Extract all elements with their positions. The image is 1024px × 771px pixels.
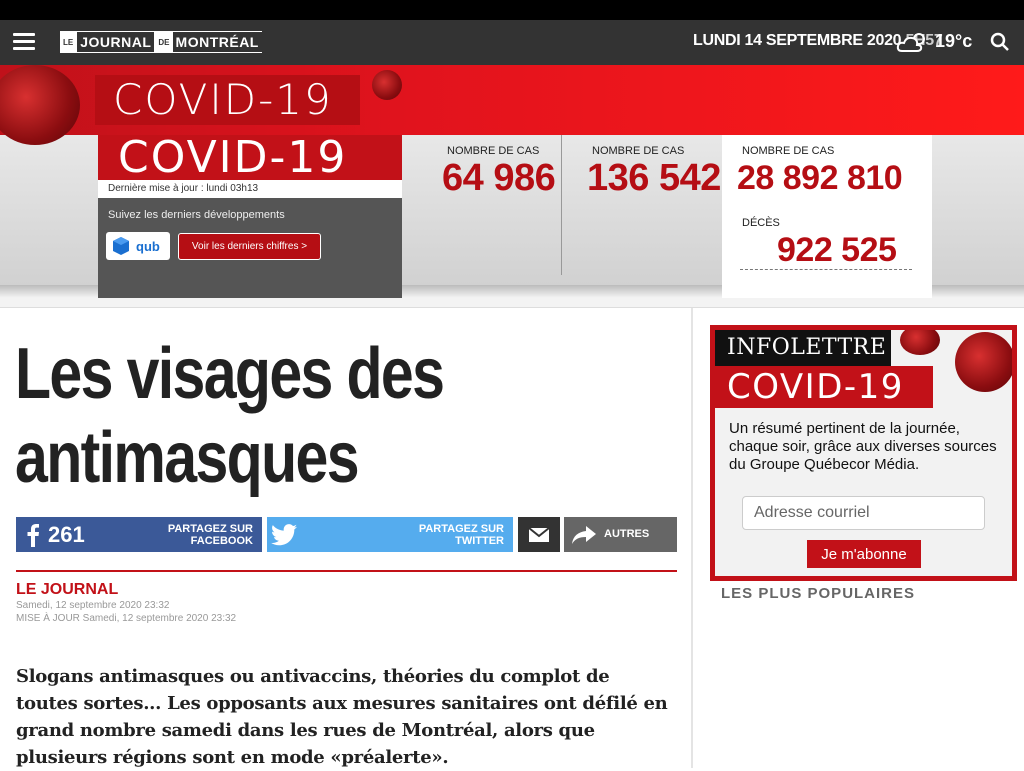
panel-covid-title: COVID-19 xyxy=(98,135,402,180)
virus-illustration xyxy=(372,70,402,100)
twitter-icon xyxy=(271,524,297,546)
stat-quebec: NOMBRE DE CAS 64 986 xyxy=(442,145,556,199)
headline-line: Les visages des xyxy=(15,334,445,414)
sidebar: INFOLETTRE COVID-19 Un résumé pertinent … xyxy=(695,308,1024,768)
updated-date: MISE À JOUR Samedi, 12 septembre 2020 23… xyxy=(16,613,237,624)
stat-deaths: DÉCÈS 922 525 xyxy=(742,217,897,271)
banner-covid-title: COVID-19 xyxy=(95,75,360,125)
article-headline: Les visages des antimasques xyxy=(15,332,589,500)
stat-label: NOMBRE DE CAS xyxy=(592,145,685,157)
qub-label: qub xyxy=(136,238,160,254)
email-icon xyxy=(528,527,550,542)
byline-rule xyxy=(16,570,677,572)
share-facebook-button[interactable]: 261 PARTAGEZ SUR FACEBOOK xyxy=(16,517,262,552)
stat-value: 136 542 xyxy=(587,157,721,199)
qub-radio-button[interactable]: qub xyxy=(106,232,170,260)
newsletter-title: INFOLETTRE xyxy=(715,330,891,366)
menu-icon[interactable] xyxy=(13,33,35,51)
other-share-label: AUTRES xyxy=(604,528,650,540)
share-label-line: PARTAGEZ SUR xyxy=(167,523,253,535)
section-divider xyxy=(0,298,1024,308)
latest-figures-button[interactable]: Voir les derniers chiffres > xyxy=(178,233,321,260)
share-label-line: FACEBOOK xyxy=(190,535,253,547)
covid-panel: COVID-19 Dernière mise à jour : lundi 03… xyxy=(98,135,402,298)
partly-cloudy-icon xyxy=(896,33,925,52)
follow-text: Suivez les derniers développements xyxy=(108,209,285,221)
virus-illustration xyxy=(955,332,1012,392)
temperature: 19°c xyxy=(935,31,973,51)
article-source[interactable]: LE JOURNAL xyxy=(16,581,118,599)
share-label-line: TWITTER xyxy=(455,535,504,547)
logo-journal: JOURNAL xyxy=(77,32,155,52)
logo-montreal: MONTRÉAL xyxy=(172,32,262,52)
email-field[interactable] xyxy=(742,496,985,530)
stat-value: 64 986 xyxy=(442,157,556,199)
popular-heading: LES PLUS POPULAIRES xyxy=(721,585,916,602)
share-other-button[interactable]: AUTRES xyxy=(564,517,677,552)
stat-world: NOMBRE DE CAS 28 892 810 xyxy=(737,145,903,199)
newsletter-subtitle: COVID-19 xyxy=(715,366,933,408)
share-arrow-icon xyxy=(572,526,596,544)
stat-label: NOMBRE DE CAS xyxy=(742,145,835,157)
subscribe-button[interactable]: Je m'abonne xyxy=(807,540,921,568)
facebook-share-label: PARTAGEZ SUR FACEBOOK xyxy=(168,523,253,547)
covid-banner: COVID-19 COVID-19 Dernière mise à jour :… xyxy=(0,65,1024,298)
twitter-share-label: PARTAGEZ SUR TWITTER xyxy=(419,523,504,547)
qub-cube-icon xyxy=(113,237,129,255)
stats-divider xyxy=(561,135,562,275)
share-label-line: PARTAGEZ SUR xyxy=(418,523,504,535)
stat-value: 28 892 810 xyxy=(737,159,903,197)
newsletter-signup: INFOLETTRE COVID-19 Un résumé pertinent … xyxy=(710,325,1017,581)
facebook-icon xyxy=(27,524,39,547)
stat-value: 922 525 xyxy=(777,231,897,269)
top-navbar: LE JOURNAL DE MONTRÉAL LUNDI 14 SEPTEMBR… xyxy=(0,20,1024,65)
share-twitter-button[interactable]: PARTAGEZ SUR TWITTER xyxy=(267,517,513,552)
date-text: LUNDI 14 SEPTEMBRE 2020 xyxy=(693,32,902,49)
published-date: Samedi, 12 septembre 2020 23:32 xyxy=(16,600,170,611)
article-lede: Slogans antimasques ou antivaccins, théo… xyxy=(16,666,668,768)
share-email-button[interactable] xyxy=(518,517,560,552)
stat-label: DÉCÈS xyxy=(742,217,780,229)
logo-le: LE xyxy=(63,37,74,47)
virus-illustration xyxy=(900,330,940,355)
headline-line: antimasques xyxy=(15,418,360,498)
article: Les visages des antimasques 261 PARTAGEZ… xyxy=(0,308,693,768)
stat-label: NOMBRE DE CAS xyxy=(447,145,540,157)
newsletter-description: Un résumé pertinent de la journée, chaqu… xyxy=(729,420,997,473)
top-strip xyxy=(0,0,1024,20)
site-logo[interactable]: LE JOURNAL DE MONTRÉAL xyxy=(60,31,262,53)
last-update: Dernière mise à jour : lundi 03h13 xyxy=(108,183,259,194)
stat-canada: NOMBRE DE CAS 136 542 xyxy=(587,145,721,199)
logo-de: DE xyxy=(158,37,170,47)
search-icon[interactable] xyxy=(990,32,1010,52)
facebook-share-count: 261 xyxy=(48,522,85,547)
